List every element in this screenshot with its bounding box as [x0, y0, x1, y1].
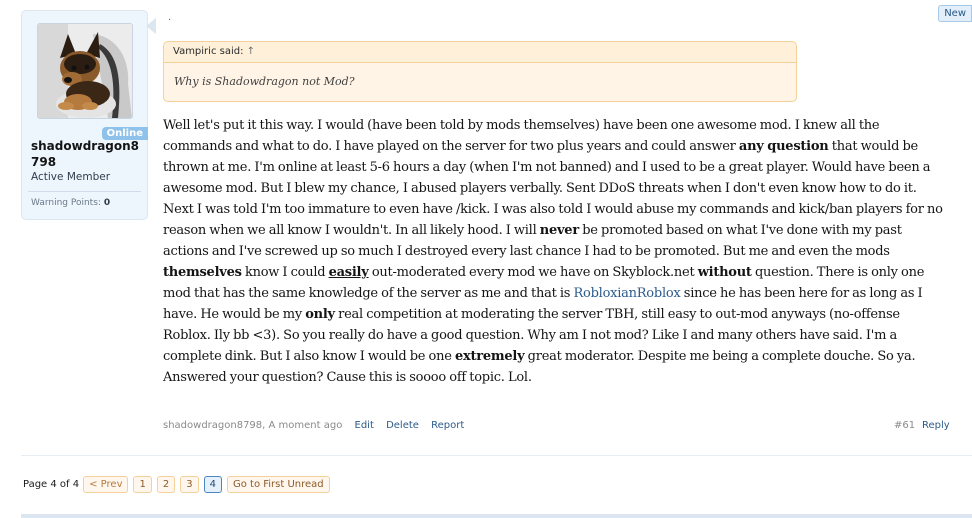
page-4-button-current[interactable]: 4 — [203, 475, 222, 493]
quote-block: Vampiric said: ↑ Why is Shadowdragon not… — [163, 41, 797, 102]
post-author-time[interactable]: shadowdragon8798, A moment ago — [163, 420, 342, 431]
new-tag[interactable]: New — [938, 5, 972, 22]
warning-points-label: Warning Points: — [31, 198, 101, 208]
avatar[interactable] — [37, 23, 133, 119]
page-1-button[interactable]: 1 — [133, 475, 152, 493]
report-link[interactable]: Report — [431, 420, 464, 431]
post-divider — [21, 455, 972, 456]
message-text: Well let's put it this way. I would (hav… — [163, 115, 943, 388]
post-number[interactable]: #61 — [894, 420, 915, 431]
post-meta: shadowdragon8798, A moment ago Edit Dele… — [163, 420, 464, 431]
edit-link[interactable]: Edit — [355, 420, 374, 431]
prev-page-button[interactable]: < Prev — [83, 475, 129, 493]
message-text-part: out-moderated every mod we have on Skybl… — [368, 265, 698, 280]
warning-points: Warning Points: 0 — [31, 198, 110, 208]
go-to-first-unread-button[interactable]: Go to First Unread — [226, 475, 330, 493]
warning-points-value: 0 — [103, 198, 111, 208]
bold-text: extremely — [454, 349, 525, 364]
user-info-panel: Online shadowdragon8798 Active Member Wa… — [21, 10, 148, 220]
reply-link[interactable]: Reply — [922, 420, 950, 431]
delete-link[interactable]: Delete — [386, 420, 419, 431]
page-navigation: Page 4 of 4 < Prev 1 2 3 4 Go to First U… — [23, 475, 335, 493]
bold-text: themselves — [163, 265, 242, 280]
message-text-part: know I could — [241, 265, 329, 280]
user-title: Active Member — [31, 171, 111, 183]
userblock-arrow — [146, 18, 156, 34]
bold-text: any question — [738, 139, 829, 154]
page-2-button[interactable]: 2 — [156, 475, 176, 493]
username[interactable]: shadowdragon8798 — [31, 138, 143, 170]
page-count-label: Page 4 of 4 — [23, 478, 80, 490]
bold-text: never — [539, 223, 579, 238]
quote-author: Vampiric said: — [173, 46, 244, 57]
bottom-strip — [21, 514, 972, 518]
page-3-button[interactable]: 3 — [180, 475, 199, 493]
bold-underlined-text: easily — [328, 265, 369, 280]
user-link[interactable]: RobloxianRoblox — [573, 286, 680, 301]
quote-jump-arrow-icon[interactable]: ↑ — [247, 46, 255, 57]
puppy-avatar-image — [38, 24, 132, 118]
quote-text: Why is Shadowdragon not Mod? — [174, 75, 355, 88]
stray-dot: . — [168, 12, 172, 23]
bold-text: without — [697, 265, 752, 280]
user-info-divider — [28, 191, 141, 192]
bold-text: only — [305, 307, 335, 322]
quote-attribution: Vampiric said: ↑ — [164, 42, 796, 63]
